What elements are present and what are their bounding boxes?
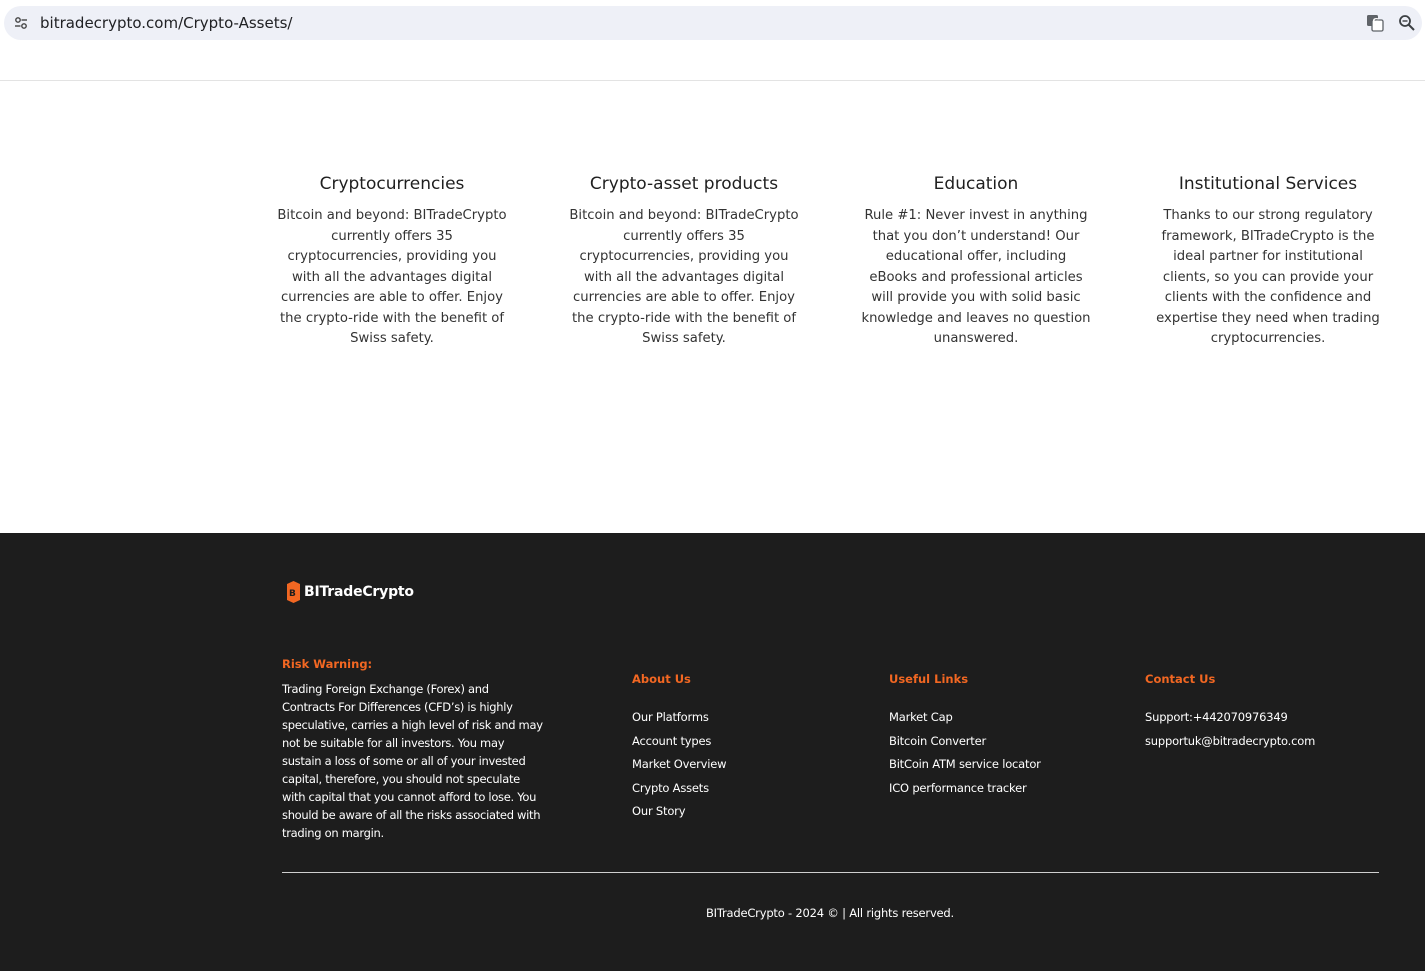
footer-link-our-platforms[interactable]: Our Platforms	[632, 706, 726, 730]
feature-text: Bitcoin and beyond: BITradeCrypto curren…	[277, 208, 507, 346]
url-text[interactable]: bitradecrypto.com/Crypto-Assets/	[40, 14, 292, 32]
feature-title: Cryptocurrencies	[319, 174, 465, 194]
zoom-icon[interactable]	[1398, 14, 1416, 32]
feature-text: Bitcoin and beyond: BITradeCrypto curren…	[569, 208, 799, 346]
risk-warning-title: Risk Warning:	[282, 657, 373, 671]
risk-warning: Risk Warning: Trading Foreign Exchange (…	[282, 657, 544, 842]
logo-text: BITradeCrypto	[304, 584, 414, 600]
footer-link-market-overview[interactable]: Market Overview	[632, 753, 727, 777]
footer-link-bitcoin-converter[interactable]: Bitcoin Converter	[889, 730, 1041, 754]
logo-icon: B	[287, 581, 300, 603]
footer-link-account-types[interactable]: Account types	[632, 730, 726, 754]
footer-link-market-cap[interactable]: Market Cap	[889, 706, 1041, 730]
footer-link-crypto-assets[interactable]: Crypto Assets	[632, 777, 726, 801]
about-us-column: About Us Our Platforms Account types Mar…	[632, 672, 727, 824]
footer-link-our-story[interactable]: Our Story	[632, 800, 726, 824]
feature-crypto-asset-products: Crypto-asset products Bitcoin and beyond…	[568, 174, 800, 350]
footer: B BITradeCrypto Risk Warning: Trading Fo…	[0, 533, 1425, 971]
useful-links-column: Useful Links Market Cap Bitcoin Converte…	[889, 672, 1041, 800]
header-divider	[0, 80, 1425, 81]
svg-text:G: G	[1373, 17, 1380, 26]
feature-text: Rule #1: Never invest in anything that y…	[861, 208, 1091, 346]
feature-title: Education	[933, 174, 1019, 194]
feature-title: Institutional Services	[1178, 174, 1358, 194]
feature-institutional-services: Institutional Services Thanks to our str…	[1152, 174, 1384, 350]
feature-cryptocurrencies: Cryptocurrencies Bitcoin and beyond: BIT…	[276, 174, 508, 350]
svg-text:B: B	[289, 589, 296, 599]
footer-logo[interactable]: B BITradeCrypto	[286, 580, 414, 604]
feature-education: Education Rule #1: Never invest in anyth…	[860, 174, 1092, 350]
tune-icon[interactable]	[14, 16, 28, 30]
about-us-title: About Us	[632, 672, 691, 686]
contact-us-column: Contact Us Support:+442070976349 support…	[1145, 672, 1315, 753]
address-bar[interactable]: bitradecrypto.com/Crypto-Assets/ G	[4, 6, 1422, 40]
feature-title: Crypto-asset products	[589, 174, 779, 194]
contact-phone[interactable]: Support:+442070976349	[1145, 706, 1315, 730]
useful-links-title: Useful Links	[889, 672, 969, 686]
risk-warning-text: Trading Foreign Exchange (Forex) and Con…	[282, 682, 543, 840]
contact-email[interactable]: supportuk@bitradecrypto.com	[1145, 730, 1315, 754]
feature-text: Thanks to our strong regulatory framewor…	[1156, 208, 1380, 346]
footer-link-atm-locator[interactable]: BitCoin ATM service locator	[889, 753, 1041, 777]
contact-us-title: Contact Us	[1145, 672, 1216, 686]
copyright-text: BITradeCrypto - 2024 © | All rights rese…	[705, 906, 954, 920]
footer-divider	[282, 872, 1379, 873]
footer-link-ico-tracker[interactable]: ICO performance tracker	[889, 777, 1041, 801]
translate-icon[interactable]: G	[1366, 14, 1384, 32]
